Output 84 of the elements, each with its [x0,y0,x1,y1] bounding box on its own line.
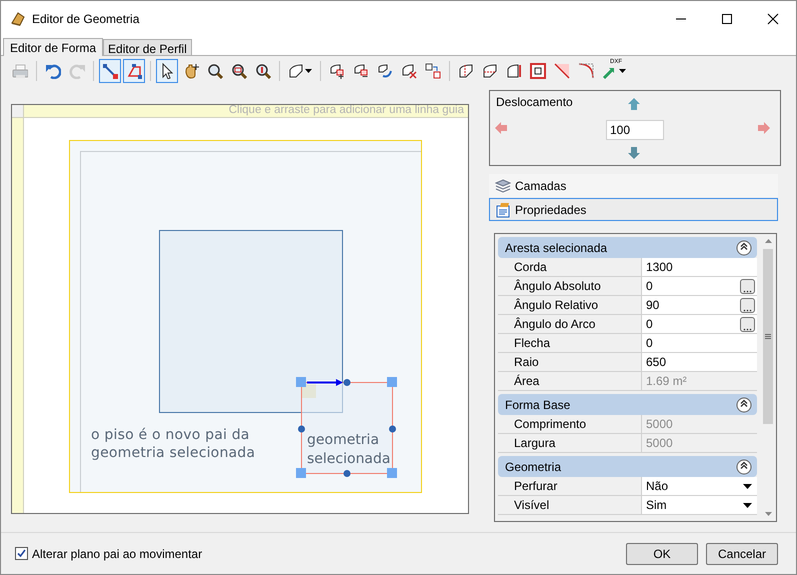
toolbar-button[interactable] [156,59,178,83]
shape-edge-icon [506,63,522,79]
line-nodes-icon [102,63,118,79]
property-value: 5000 [646,416,674,433]
collapse-icon[interactable] [736,240,752,256]
caret-icon [305,69,312,73]
property-value: 1.69 m² [646,373,688,390]
corner-handle[interactable] [296,377,306,387]
ellipsis-button[interactable] [740,278,755,294]
corner-handle[interactable] [387,377,397,387]
down-arrow-icon[interactable] [627,146,641,160]
property-value: 5000 [646,435,674,452]
caret-icon [619,69,626,73]
checkbox[interactable] [15,547,28,560]
toolbar-button[interactable] [99,59,121,83]
dropdown-icon[interactable] [743,484,752,488]
overlap-area [302,384,316,398]
toolbar-button[interactable] [123,59,145,83]
scroll-down-icon[interactable] [764,512,772,516]
panel-title: Deslocamento [496,94,573,111]
scroll-up-icon[interactable] [764,239,772,243]
ruler-corner [12,105,24,118]
shape-label: geometria selecionada [307,431,391,469]
zoom-icon [207,63,223,79]
printer-icon [12,63,28,79]
ruler-hint: Clique e arraste para adicionar uma linha guia [228,105,464,117]
ellipsis-icon [743,290,752,292]
shape-nodes-icon [126,63,142,79]
shape-plus-icon [329,63,345,79]
scrollbar-thumb[interactable] [763,249,773,424]
ellipsis-icon [743,308,752,312]
dialog-button[interactable]: OK [626,542,698,564]
group-header[interactable]: Geometria [498,456,757,477]
edge-handle[interactable] [344,379,350,386]
ellipsis-button[interactable] [740,316,755,332]
tab[interactable]: Editor de Perfil [103,39,192,55]
group-header[interactable]: Forma Base [498,394,757,415]
panel-tab[interactable]: Camadas [489,174,778,197]
maximize-icon [721,13,733,25]
group-header[interactable]: Aresta selecionada [498,237,757,258]
zoom-icon [255,63,271,79]
shape-icon [288,63,304,79]
ellipsis-icon [743,328,752,330]
dropdown-icon[interactable] [743,502,752,508]
properties-icon [495,202,511,218]
redo-icon [69,63,85,79]
collapse-icon[interactable] [736,458,752,474]
shape-delete-icon [401,63,417,79]
corner-handle[interactable] [387,468,397,478]
grip-icon [765,334,771,339]
window-title: Editor de Geometria [32,11,140,28]
selected-shape[interactable] [301,382,393,474]
edge-arrow[interactable] [307,379,343,386]
tab[interactable]: Editor de Forma [3,38,104,56]
close-icon [767,13,779,25]
hand-icon [183,63,199,79]
panel-tab[interactable]: Propriedades [489,198,778,221]
edge-handle[interactable] [344,470,350,477]
shape-split-icon [458,63,474,79]
undo-icon [45,63,61,79]
app-icon [10,11,26,27]
canvas-note: o piso é o novo pai da geometria selecionada [91,426,256,462]
parent-checkbox[interactable]: Alterar plano pai ao movimentar [15,544,202,562]
ellipsis-button[interactable] [740,298,755,312]
group-title: Geometria [505,458,562,476]
offset-input[interactable]: 100 [606,120,664,140]
offset-square-icon [530,63,546,79]
edge-handle[interactable] [389,426,396,432]
group-title: Forma Base [505,396,572,414]
group-title: Aresta selecionada [505,240,608,256]
parent-shape[interactable] [159,230,343,413]
zoom-fit-icon [231,63,247,79]
corner-handle[interactable] [296,468,306,478]
corner-arc-icon [578,63,594,79]
collapse-icon[interactable] [736,396,752,412]
shape-minus-icon [353,63,369,79]
swap-icon [425,63,441,79]
layers-icon [495,178,511,194]
edge-handle[interactable] [298,426,305,432]
shape-rotate-icon [377,63,393,79]
dialog-button[interactable]: Cancelar [706,542,778,564]
drawing-canvas[interactable]: Clique e arraste para adicionar uma linha guia o piso é o novo pai da geometria selecionada geometria selecionada [11,104,469,514]
shape-cut-icon [482,63,498,79]
corner-cut-icon [554,63,570,79]
